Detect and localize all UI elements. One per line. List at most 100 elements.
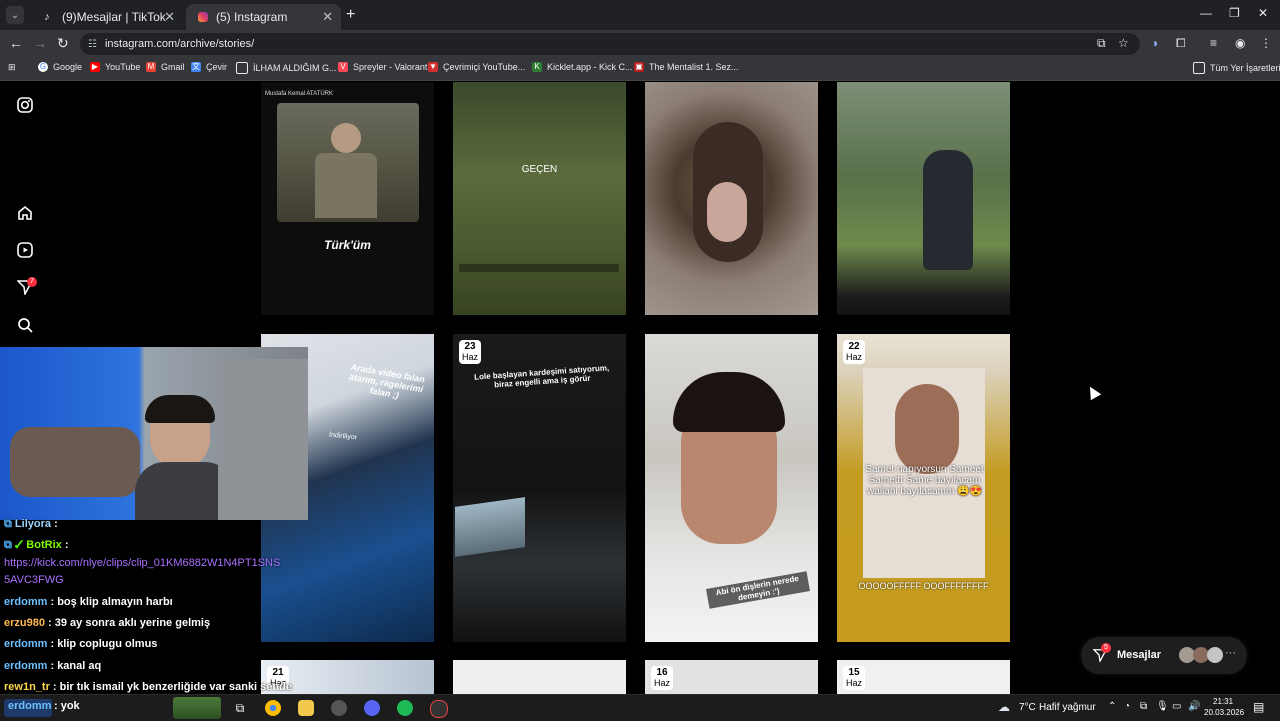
chat-text: : yok	[54, 700, 80, 712]
restore-button[interactable]: ❐	[1229, 6, 1240, 20]
site-info-icon[interactable]: ☷	[88, 39, 97, 50]
search-icon[interactable]	[16, 317, 34, 335]
notification-badge: 7	[27, 277, 37, 287]
chat-username: erdomm	[4, 638, 48, 650]
chevron-up-icon[interactable]: ⌃	[1108, 701, 1116, 712]
story-tile[interactable]: 16 Haz	[645, 660, 818, 694]
story-caption: Lole başlayan kardeşimi satıyorum, biraz…	[473, 363, 610, 390]
reels-icon[interactable]	[16, 242, 34, 260]
bookmark-star-icon[interactable]: ☆	[1118, 36, 1129, 50]
address-bar[interactable]: ☷ instagram.com/archive/stories/	[80, 33, 1140, 55]
tray-icon[interactable]: ⧉	[1140, 701, 1147, 712]
back-button[interactable]: ←	[9, 35, 23, 51]
story-tile[interactable]: 15 Haz	[837, 660, 1010, 694]
volume-icon[interactable]: 🔊	[1188, 701, 1200, 712]
story-tile[interactable]	[837, 82, 1010, 315]
extension-icon[interactable]: ◗	[1152, 36, 1159, 50]
clock-time[interactable]: 21:31	[1213, 697, 1233, 706]
steam-icon[interactable]	[331, 700, 347, 716]
browser-toolbar: ← → ↻ ☷ instagram.com/archive/stories/ ⧉…	[0, 30, 1280, 58]
story-caption: Arada video falan atarım, rageler​imi fa…	[348, 361, 426, 401]
windows-taskbar: erdomm : yok ⧉ ☁ 7°C Hafif yağmur ⌃ ◔ ⧉ …	[0, 694, 1280, 721]
notification-center-icon[interactable]: ▤	[1253, 700, 1264, 714]
story-tile[interactable]	[645, 82, 818, 315]
story-tile[interactable]	[453, 660, 626, 694]
close-icon[interactable]: ✕	[322, 9, 333, 25]
story-tile[interactable]: 22 Haz Samet napıyorsun Sameet Samettt Sa…	[837, 334, 1010, 642]
stream-chat-overlay: ⧉ Lilyora : ⧉ ✓ BotRix : https://kick.co…	[0, 514, 310, 694]
webcam-overlay	[0, 347, 308, 520]
network-icon[interactable]: ▭	[1172, 701, 1181, 712]
weather-text[interactable]: Hafif yağmur	[1039, 702, 1096, 713]
new-tab-button[interactable]: +	[346, 6, 355, 24]
chat-text: :	[64, 539, 69, 551]
tab-instagram[interactable]: (5) Instagram ✕	[186, 4, 341, 30]
story-caption: Samet napıyorsun Sameet Samettt Same bay…	[865, 464, 984, 497]
clock-date[interactable]: 20.03.2026	[1204, 708, 1244, 717]
extensions-puzzle-icon[interactable]: ⧠	[1176, 36, 1186, 51]
chat-text: : boş klip almayın harbı	[50, 596, 173, 608]
date-month: Haz	[845, 352, 862, 362]
bookmark-folder-ilham[interactable]: İLHAM ALDIĞIM G...	[236, 62, 337, 74]
folder-icon	[236, 62, 248, 74]
tab-tiktok[interactable]: ♪ (9)Mesajlar | TikTok ✕	[28, 4, 183, 30]
tab-search-button[interactable]: ⌄	[6, 6, 24, 24]
chrome-icon[interactable]	[265, 700, 281, 716]
close-icon[interactable]: ✕	[164, 9, 175, 25]
apps-icon[interactable]: ⊞	[8, 62, 16, 73]
forward-button[interactable]: →	[33, 35, 47, 51]
bookmarks-bar: ⊞ G Google ▶ YouTube M Gmail 文 Çevir İLHAM A…	[0, 58, 1280, 81]
story-tile[interactable]: Mustafa Kemal ATATÜRK Türk'üm	[261, 82, 434, 315]
chat-username: Lilyora	[14, 518, 51, 530]
messages-widget[interactable]: 5 Mesajlar ···	[1081, 637, 1247, 674]
bookmark-label: Spreyler - Valorant	[353, 62, 428, 72]
reload-button[interactable]: ↻	[57, 35, 69, 52]
task-view-icon[interactable]: ⧉	[232, 700, 248, 716]
date-badge: 16 Haz	[651, 666, 673, 690]
chat-link[interactable]: https://kick.com/nlye/clips/clip_01KM688…	[4, 557, 280, 569]
tv-show-icon: ▣	[634, 62, 644, 72]
mouse-cursor-icon	[1084, 383, 1102, 401]
chat-username: BotRix	[26, 539, 62, 551]
bookmark-mentalist[interactable]: ▣ The Mentalist 1. Sez...	[634, 62, 739, 72]
chat-line: ⧉ Lilyora :	[4, 518, 58, 531]
bookmark-spreyler[interactable]: V Spreyler - Valorant	[338, 62, 427, 72]
bookmark-cevrimici[interactable]: ▼ Çevrimiçi YouTube...	[428, 62, 525, 72]
file-explorer-icon[interactable]	[298, 700, 314, 716]
window-close-button[interactable]: ✕	[1258, 6, 1268, 20]
install-app-icon[interactable]: ⧉	[1097, 36, 1106, 51]
chat-link[interactable]: 5AVC3FWG	[4, 574, 64, 586]
instagram-logo-icon[interactable]	[16, 97, 34, 115]
microphone-icon[interactable]: 🎙	[1156, 701, 1169, 712]
verified-badge-icon: ✓	[14, 539, 27, 551]
date-day: 22	[848, 341, 860, 352]
discord-icon[interactable]	[364, 700, 380, 716]
date-month: Haz	[461, 352, 478, 362]
story-tile[interactable]: 23 Haz Lole başlayan kardeşimi satıyorum,…	[453, 334, 626, 642]
story-tile[interactable]: Abi ön dişlerin nerede demeyin :')	[645, 334, 818, 642]
youtube-icon: ▶	[90, 62, 100, 72]
chat-line: erzu980 : 39 ay sonra aklı yerine gelmiş	[4, 617, 210, 629]
media-control-icon[interactable]: ≡	[1210, 36, 1217, 50]
bookmark-youtube[interactable]: ▶ YouTube	[90, 62, 140, 72]
weather-temp[interactable]: 7°C	[1019, 702, 1036, 713]
bookmark-cevir[interactable]: 文 Çevir	[191, 62, 227, 72]
spotify-icon[interactable]	[397, 700, 413, 716]
story-caption-secondary: OOOOOFFFFF OOOFFFFFFFF	[858, 581, 989, 591]
home-icon[interactable]	[16, 205, 34, 223]
obs-icon[interactable]	[430, 700, 448, 718]
date-day: 15	[848, 667, 860, 678]
bookmark-google[interactable]: G Google	[38, 62, 82, 72]
tray-icon[interactable]: ◔	[1124, 701, 1130, 712]
bookmark-all[interactable]: Tüm Yer İşaretleri	[1193, 62, 1280, 74]
weather-widget-image[interactable]	[173, 697, 221, 719]
profile-avatar-icon[interactable]: ◉	[1235, 36, 1245, 50]
story-tile[interactable]: GEÇEN	[453, 82, 626, 315]
minimize-button[interactable]: —	[1200, 6, 1212, 20]
bookmark-gmail[interactable]: M Gmail	[146, 62, 185, 72]
avatar	[1207, 647, 1223, 663]
menu-icon[interactable]: ⋮	[1260, 36, 1272, 50]
folder-icon	[1193, 62, 1205, 74]
bookmark-kicklet[interactable]: K Kicklet.app - Kick C...	[532, 62, 633, 72]
story-caption: Türk'üm	[324, 238, 371, 252]
